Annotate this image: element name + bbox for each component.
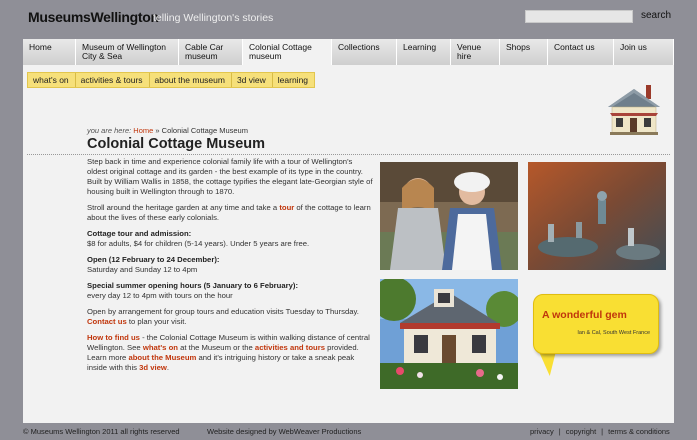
footer-link-terms[interactable]: terms & conditions <box>608 427 670 436</box>
main-nav: Home Museum of Wellington City & Sea Cab… <box>23 39 674 69</box>
designer-credit[interactable]: Website designed by WebWeaver Production… <box>207 427 361 436</box>
page-title: Colonial Cottage Museum <box>87 136 266 152</box>
main-content: Step back in time and experience colonia… <box>87 157 373 379</box>
tour-link[interactable]: tour <box>279 203 294 212</box>
find-text-e: . <box>166 363 170 372</box>
activities-tours-link[interactable]: activities and tours <box>255 343 325 352</box>
admission-text: $8 for adults, $4 for children (5-14 yea… <box>87 239 310 248</box>
subnav-activities-tours[interactable]: activities & tours <box>75 73 150 87</box>
tab-cable-car[interactable]: Cable Car museum <box>179 39 243 65</box>
about-museum-link[interactable]: about the Museum <box>128 353 196 362</box>
find-text-b: at the Museum or the <box>178 343 255 352</box>
quote-bubble: A wonderful gem Ian & Cal, South West Fr… <box>533 294 659 354</box>
summer-paragraph: Special summer opening hours (5 January … <box>87 281 373 301</box>
summer-text: every day 12 to 4pm with tours on the ho… <box>87 291 233 300</box>
contact-us-link[interactable]: Contact us <box>87 317 127 326</box>
tab-contact-us[interactable]: Contact us <box>548 39 614 65</box>
open-text: Saturday and Sunday 12 to 4pm <box>87 265 198 274</box>
open-heading: Open (12 February to 24 December): <box>87 255 220 264</box>
garden-text-a: Stroll around the heritage garden at any… <box>87 203 280 212</box>
title-divider <box>27 154 670 155</box>
arrangement-text-a: Open by arrangement for group tours and … <box>87 307 359 316</box>
whats-on-link[interactable]: what's on <box>143 343 178 352</box>
tab-colonial-cottage[interactable]: Colonial Cottage museum <box>243 39 332 69</box>
arrangement-paragraph: Open by arrangement for group tours and … <box>87 307 373 327</box>
how-to-find-us-link[interactable]: How to find us <box>87 333 140 342</box>
search-input[interactable] <box>525 10 633 23</box>
tab-shops[interactable]: Shops <box>500 39 548 65</box>
footer-link-copyright[interactable]: copyright <box>566 427 596 436</box>
sub-nav: what's on activities & tours about the m… <box>27 72 316 88</box>
footer-links: privacy | copyright | terms & conditions <box>530 427 670 436</box>
site-tagline: telling Wellington's stories <box>153 12 274 24</box>
tab-museum-of-wellington[interactable]: Museum of Wellington City & Sea <box>76 39 179 65</box>
tab-venue-hire[interactable]: Venue hire <box>451 39 500 65</box>
arrangement-text-b: to plan your visit. <box>126 317 187 326</box>
subnav-3d-view[interactable]: 3d view <box>231 73 273 87</box>
content-panel: what's on activities & tours about the m… <box>23 65 674 423</box>
breadcrumb-separator: » <box>155 126 160 135</box>
quote-text: A wonderful gem <box>542 309 627 321</box>
subnav-learning[interactable]: learning <box>272 73 315 87</box>
breadcrumb-current: Colonial Cottage Museum <box>161 126 248 135</box>
summer-heading: Special summer opening hours (5 January … <box>87 281 299 290</box>
quote-author: Ian & Cal, South West France <box>577 330 650 336</box>
tab-home[interactable]: Home <box>23 39 76 65</box>
photo-girls-costume <box>380 162 518 270</box>
breadcrumb-prefix: you are here: <box>87 126 132 135</box>
breadcrumb-home-link[interactable]: Home <box>133 126 153 135</box>
tab-learning[interactable]: Learning <box>397 39 451 65</box>
3d-view-link[interactable]: 3d view <box>139 363 167 372</box>
subnav-about-museum[interactable]: about the museum <box>149 73 232 87</box>
site-footer: © Museums Wellington 2011 all rights res… <box>0 424 697 440</box>
open-paragraph: Open (12 February to 24 December): Saturd… <box>87 255 373 275</box>
photo-toy-soldiers <box>528 162 666 270</box>
site-header: MuseumsWellington telling Wellington's s… <box>0 0 697 38</box>
admission-heading: Cottage tour and admission: <box>87 229 192 238</box>
garden-paragraph: Stroll around the heritage garden at any… <box>87 203 373 223</box>
admission-paragraph: Cottage tour and admission: $8 for adults… <box>87 229 373 249</box>
subnav-whats-on[interactable]: what's on <box>28 73 76 87</box>
find-us-paragraph: How to find us - the Colonial Cottage Mu… <box>87 333 373 373</box>
intro-paragraph: Step back in time and experience colonia… <box>87 157 373 196</box>
copyright-text: © Museums Wellington 2011 all rights res… <box>23 427 180 436</box>
tab-join-us[interactable]: Join us <box>614 39 674 65</box>
site-logo[interactable]: MuseumsWellington <box>28 9 159 25</box>
footer-link-privacy[interactable]: privacy <box>530 427 554 436</box>
footer-separator: | <box>601 427 604 436</box>
search-button[interactable]: search <box>641 10 671 21</box>
footer-separator: | <box>558 427 561 436</box>
photo-cottage <box>380 279 518 389</box>
tab-collections[interactable]: Collections <box>332 39 397 65</box>
breadcrumb: you are here: Home » Colonial Cottage Mu… <box>87 126 248 135</box>
cottage-house-icon <box>606 83 662 137</box>
